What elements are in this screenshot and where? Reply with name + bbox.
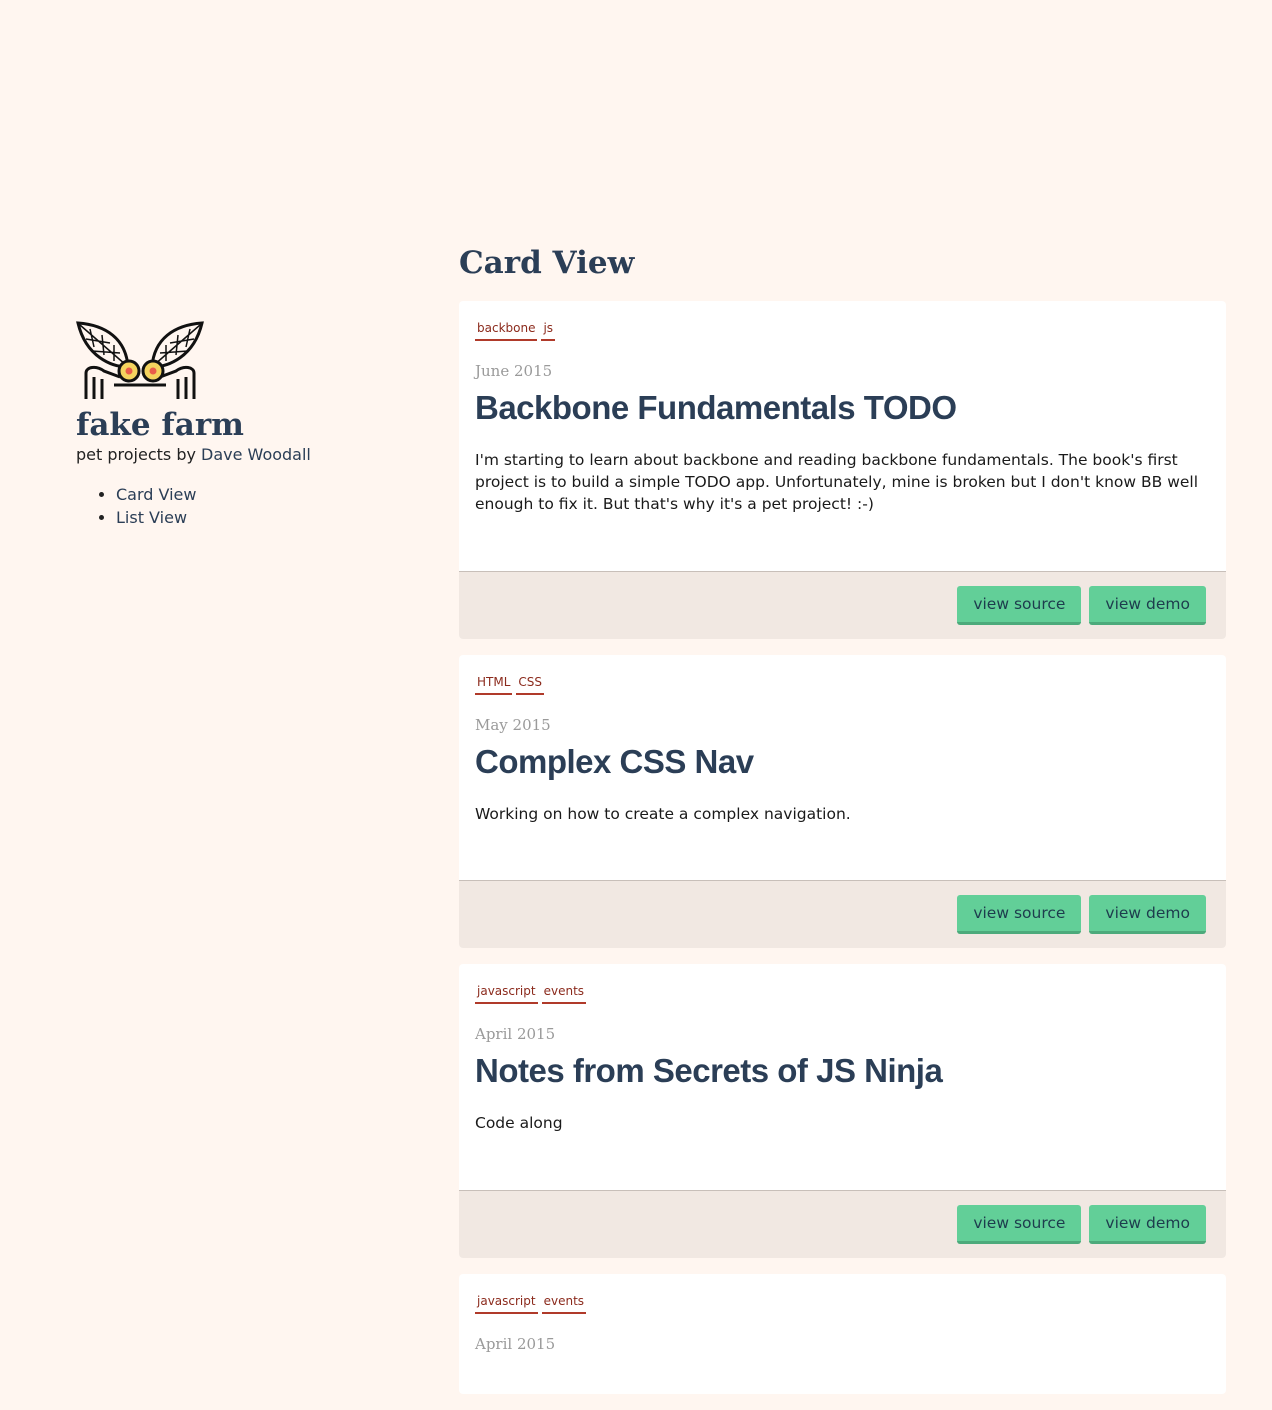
card-title: Notes from Secrets of JS Ninja	[475, 1052, 943, 1089]
tag-list: backbone js	[475, 319, 1210, 341]
project-card: backbone js June 2015 Backbone Fundament…	[459, 301, 1226, 639]
main-content: Card View backbone js June 2015 Backbone…	[459, 241, 1226, 1410]
view-demo-button[interactable]: view demo	[1089, 1204, 1206, 1244]
tag-link[interactable]: javascript	[475, 982, 538, 1004]
tagline: pet projects by Dave Woodall	[76, 445, 416, 465]
tagline-prefix: pet projects by	[76, 445, 202, 464]
view-demo-button[interactable]: view demo	[1089, 895, 1206, 934]
page-title: Card View	[459, 245, 635, 281]
card-date: April 2015	[475, 1334, 556, 1353]
view-source-button[interactable]: view source	[957, 585, 1082, 625]
card-date: April 2015	[475, 1025, 556, 1043]
card-body: backbone js June 2015 Backbone Fundament…	[459, 301, 1226, 571]
card-body: HTML CSS May 2015 Complex CSS Nav Workin…	[459, 655, 1226, 881]
card-title: Complex CSS Nav	[475, 742, 754, 780]
tag-link[interactable]: javascript	[475, 1292, 538, 1314]
view-source-button[interactable]: view source	[957, 1204, 1082, 1244]
card-footer: view source view demo	[459, 570, 1226, 639]
card-description: Working on how to create a complex navig…	[475, 804, 851, 823]
card-date: June 2015	[475, 362, 553, 380]
tag-link[interactable]: events	[541, 1292, 587, 1314]
view-demo-button[interactable]: view demo	[1089, 585, 1206, 625]
project-card: javascript events April 2015	[459, 1273, 1226, 1394]
card-footer: view source view demo	[459, 880, 1226, 948]
card-description: Code along	[475, 1114, 563, 1132]
site-title: fake farm	[76, 407, 244, 443]
card-description: I'm starting to learn about backbone and…	[475, 451, 1199, 513]
author-link[interactable]: Dave Woodall	[201, 445, 311, 464]
card-body: javascript events April 2015	[459, 1274, 1226, 1394]
tag-link[interactable]: CSS	[516, 673, 545, 695]
card-body: javascript events April 2015 Notes from …	[459, 964, 1226, 1190]
tag-link[interactable]: backbone	[475, 319, 538, 341]
nav-link-list-view[interactable]: List View	[116, 508, 187, 527]
fake-farm-logo-icon[interactable]	[76, 321, 204, 401]
nav-item-list-view: List View	[116, 506, 416, 529]
nav-item-card-view: Card View	[116, 483, 416, 506]
site-nav: Card View List View	[76, 483, 416, 529]
project-card: HTML CSS May 2015 Complex CSS Nav Workin…	[459, 654, 1226, 948]
tag-link[interactable]: js	[541, 319, 556, 341]
tag-link[interactable]: events	[541, 982, 587, 1004]
card-footer: view source view demo	[459, 1189, 1226, 1258]
tag-list: javascript events	[475, 1292, 1210, 1314]
tag-link[interactable]: HTML	[475, 673, 513, 695]
card-title: Backbone Fundamentals TODO	[475, 389, 957, 426]
nav-link-card-view[interactable]: Card View	[116, 485, 196, 504]
project-card: javascript events April 2015 Notes from …	[459, 964, 1226, 1258]
tag-list: HTML CSS	[475, 673, 1210, 695]
tag-list: javascript events	[475, 982, 1210, 1004]
view-source-button[interactable]: view source	[957, 895, 1082, 934]
card-date: May 2015	[475, 715, 551, 734]
sidebar: fake farm pet projects by Dave Woodall C…	[76, 321, 416, 529]
